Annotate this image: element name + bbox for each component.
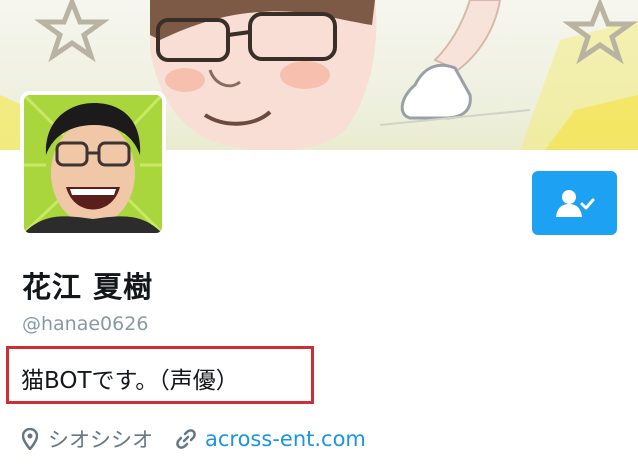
display-name: 花江 夏樹 xyxy=(22,270,154,304)
profile-website-link[interactable]: across-ent.com xyxy=(205,427,366,451)
following-user-check-icon xyxy=(555,190,594,217)
profile-meta: シオシシオ across-ent.com xyxy=(22,424,366,454)
following-button[interactable] xyxy=(532,171,617,235)
user-handle: @hanae0626 xyxy=(22,313,149,335)
profile-bio: 猫BOTです。（声優） xyxy=(6,346,314,404)
star-decoration xyxy=(34,0,110,63)
avatar-photo xyxy=(24,95,162,233)
profile-avatar[interactable] xyxy=(20,91,166,237)
link-icon xyxy=(175,428,197,450)
profile-location: シオシシオ xyxy=(48,428,153,452)
map-pin-icon xyxy=(22,428,38,450)
